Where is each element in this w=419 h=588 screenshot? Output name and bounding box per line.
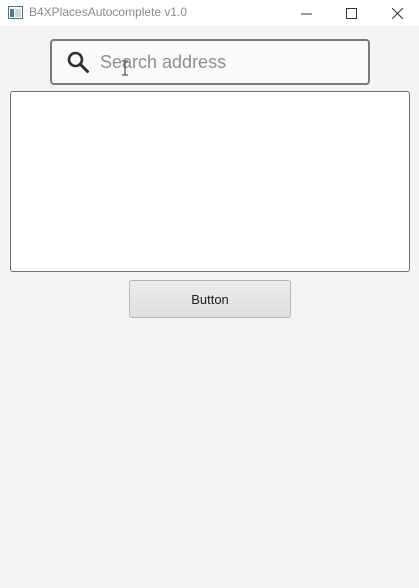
close-button[interactable] [375, 0, 419, 26]
results-list[interactable] [10, 91, 410, 272]
window-title: B4XPlacesAutocomplete v1.0 [29, 5, 188, 19]
maximize-button[interactable] [329, 0, 373, 26]
minimize-button[interactable] [284, 0, 328, 26]
app-window-icon [8, 6, 23, 19]
search-box[interactable] [50, 39, 370, 85]
close-icon [391, 7, 403, 19]
search-input[interactable] [100, 47, 362, 77]
maximize-icon [345, 7, 357, 19]
minimize-icon [300, 13, 312, 14]
text-cursor-icon [122, 60, 128, 76]
action-button[interactable]: Button [129, 280, 291, 318]
app-window: B4XPlacesAutocomplete v1.0 Search addres… [0, 0, 419, 588]
title-bar[interactable]: B4XPlacesAutocomplete v1.0 [0, 0, 419, 26]
search-icon [67, 51, 89, 73]
